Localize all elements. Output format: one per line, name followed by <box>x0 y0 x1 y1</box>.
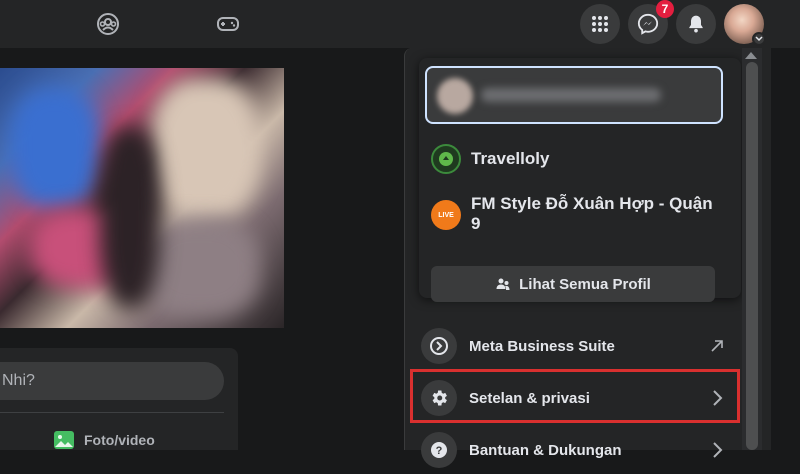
page-name: Travelloly <box>471 149 550 168</box>
scrollbar-thumb[interactable] <box>746 62 758 450</box>
current-profile-item[interactable] <box>425 66 723 124</box>
svg-text:?: ? <box>436 445 443 457</box>
chevron-right-icon <box>707 388 727 408</box>
messenger-unread-badge: 7 <box>656 0 674 18</box>
account-menu: Travelloly LIVE FM Style Đỗ Xuân Hợp - Q… <box>404 48 771 468</box>
notifications-button[interactable] <box>676 4 716 44</box>
menu-item-label: Setelan & privasi <box>469 389 590 407</box>
gear-icon <box>421 380 457 416</box>
photo-video-button[interactable]: Foto/video <box>52 428 155 452</box>
page-item-travelloly[interactable]: Travelloly <box>431 144 549 174</box>
profiles-icon <box>496 278 510 290</box>
post-composer: Nhi? Foto/video <box>0 348 238 450</box>
menu-item-label: Bantuan & Dukungan <box>469 441 622 459</box>
composer-input[interactable]: Nhi? <box>0 362 224 400</box>
composer-divider <box>0 412 224 413</box>
blurred-story-image[interactable] <box>0 68 284 328</box>
menu-grid-icon <box>592 16 608 32</box>
photo-icon <box>54 431 74 449</box>
groups-icon[interactable] <box>96 12 120 36</box>
menu-item-label: Meta Business Suite <box>469 337 615 355</box>
messenger-icon <box>637 13 659 35</box>
external-link-icon <box>707 336 727 356</box>
account-avatar-button[interactable] <box>724 4 766 46</box>
chevron-right-icon <box>707 440 727 460</box>
scroll-up-arrow-icon[interactable] <box>745 52 757 59</box>
profiles-card: Travelloly LIVE FM Style Đỗ Xuân Hợp - Q… <box>419 58 741 302</box>
menu-grid-button[interactable] <box>580 4 620 44</box>
notifications-icon <box>689 15 703 33</box>
help-icon: ? <box>421 432 457 468</box>
see-all-profiles-button[interactable]: Lihat Semua Profil <box>431 266 715 302</box>
messenger-button[interactable]: 7 <box>628 0 674 44</box>
gaming-icon[interactable] <box>216 12 240 36</box>
chevron-down-icon <box>752 32 766 46</box>
page-item-fm-style[interactable]: LIVE FM Style Đỗ Xuân Hợp - Quận 9 <box>431 194 721 234</box>
travelloly-page-icon <box>431 144 461 174</box>
meta-business-icon <box>421 328 457 364</box>
menu-item-help-support[interactable]: ? Bantuan & Dukungan <box>413 426 741 474</box>
top-navigation-bar: 7 <box>0 0 800 48</box>
current-profile-name-blurred <box>481 88 661 102</box>
page-name: FM Style Đỗ Xuân Hợp - Quận 9 <box>471 194 713 233</box>
menu-item-meta-business-suite[interactable]: Meta Business Suite <box>413 322 741 370</box>
menu-item-settings-privacy[interactable]: Setelan & privasi <box>413 374 741 422</box>
current-profile-avatar <box>437 78 473 114</box>
see-all-profiles-label: Lihat Semua Profil <box>519 275 651 293</box>
fm-style-page-icon: LIVE <box>431 200 461 230</box>
photo-video-label: Foto/video <box>84 432 155 448</box>
